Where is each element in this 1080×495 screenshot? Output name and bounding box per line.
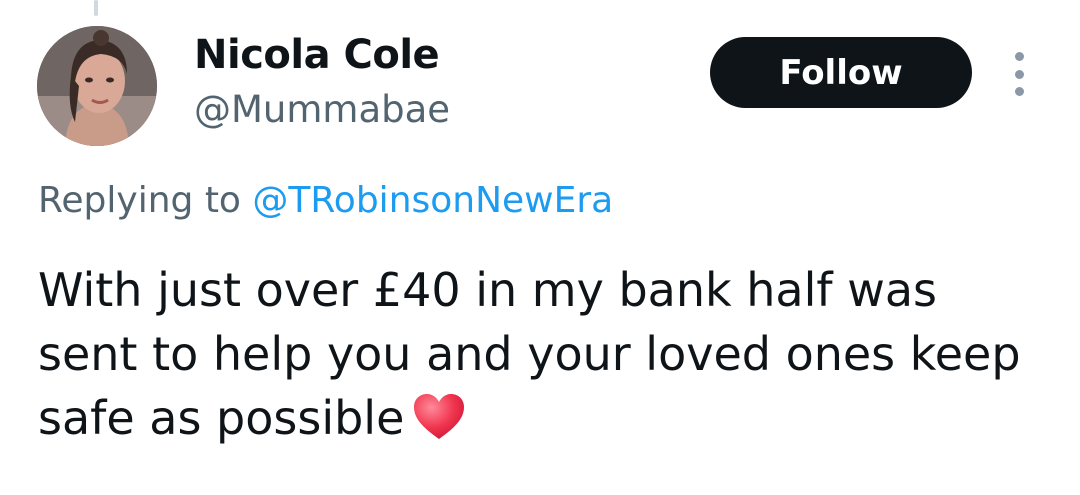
thread-connector-line: [94, 0, 98, 16]
more-dot: [1014, 69, 1024, 79]
tweet-text: With just over £40 in my bank half was s…: [38, 263, 1021, 445]
avatar[interactable]: [37, 26, 157, 146]
more-dot: [1014, 52, 1024, 61]
follow-button[interactable]: Follow: [710, 37, 972, 108]
replying-to-label: Replying to: [38, 180, 241, 221]
more-dot: [1014, 87, 1024, 96]
reply-mention-link[interactable]: @TRobinsonNewEra: [252, 180, 613, 221]
avatar-image: [37, 26, 157, 146]
author-display-name[interactable]: Nicola Cole: [194, 32, 440, 78]
tweet-card: Nicola Cole @Mummabae Follow Replying to…: [0, 0, 1080, 495]
heart-icon: [412, 392, 466, 458]
replying-to-line: Replying to @TRobinsonNewEra: [38, 180, 613, 221]
more-options-icon[interactable]: [1004, 52, 1034, 96]
tweet-body: With just over £40 in my bank half was s…: [38, 258, 1038, 458]
author-handle[interactable]: @Mummabae: [194, 88, 450, 131]
